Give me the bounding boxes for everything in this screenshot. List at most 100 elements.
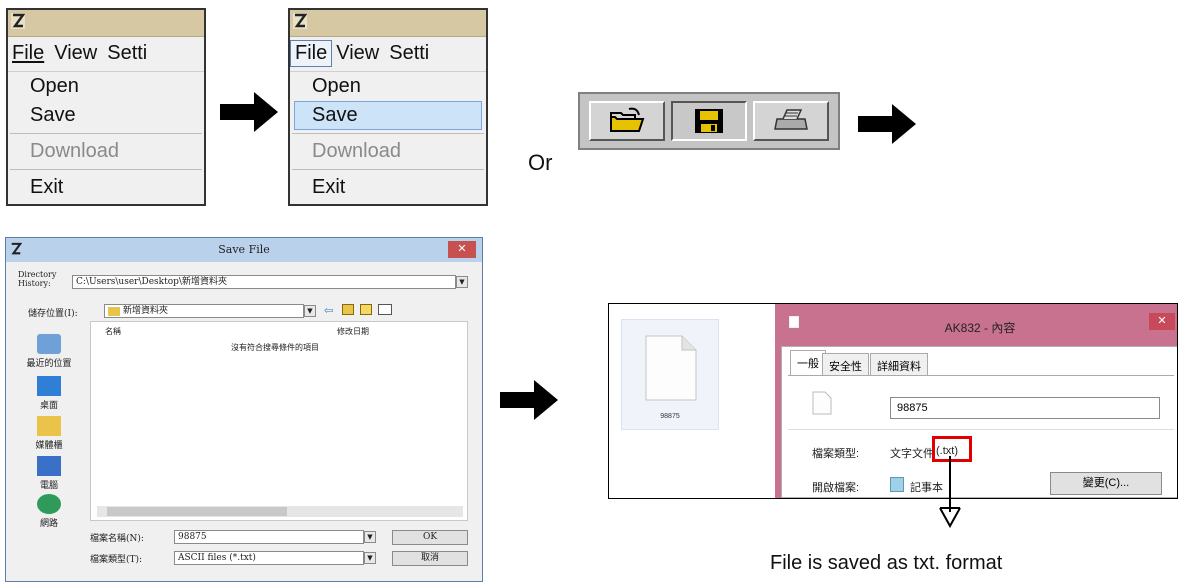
filename-label: 檔案名稱(N):: [90, 534, 144, 544]
tab-security[interactable]: 安全性: [822, 353, 869, 375]
menu-file[interactable]: File: [8, 42, 50, 65]
menu-item-download: Download: [290, 137, 486, 166]
new-folder-icon[interactable]: [360, 304, 372, 315]
view-menu-icon[interactable]: [378, 304, 392, 315]
app-titlebar: [8, 10, 204, 37]
menu-item-exit-label: Exit: [312, 176, 346, 198]
back-arrow-icon[interactable]: ⇦: [324, 304, 333, 317]
chevron-down-icon[interactable]: ▼: [456, 276, 468, 288]
scrollbar-thumb[interactable]: [107, 507, 287, 516]
computer-icon: [37, 456, 61, 476]
column-header-modified[interactable]: 修改日期: [337, 326, 369, 337]
save-toolbar-button[interactable]: [671, 101, 747, 141]
openwith-label: 開啟檔案:: [812, 482, 860, 494]
menu-view[interactable]: View: [50, 42, 103, 65]
menubar: File View Setti: [290, 37, 486, 69]
column-header-name[interactable]: 名稱: [105, 326, 121, 337]
place-network[interactable]: 網路: [20, 494, 78, 529]
menu-item-open[interactable]: Open: [8, 72, 204, 101]
chevron-down-icon[interactable]: ▼: [364, 552, 376, 564]
place-computer-label: 電腦: [39, 481, 58, 491]
properties-titlebar: AK832 - 內容 ✕: [781, 304, 1177, 346]
toolbar: [578, 92, 840, 150]
place-libraries[interactable]: 媒體櫃: [20, 416, 78, 451]
filetype-label: 檔案類型(T):: [90, 555, 143, 565]
print-toolbar-button[interactable]: [753, 101, 829, 141]
open-toolbar-button[interactable]: [589, 101, 665, 141]
menu-settings[interactable]: Setti: [103, 42, 153, 65]
separator: [788, 429, 1174, 430]
place-network-label: 網路: [39, 519, 58, 529]
properties-window: AK832 - 內容 ✕ 一般 安全性 詳細資料 98875 檔案類型: 文字文…: [775, 304, 1177, 498]
save-in-field[interactable]: 新增資料夾: [104, 304, 304, 318]
file-tile[interactable]: 98875: [621, 319, 719, 430]
horizontal-scrollbar[interactable]: [97, 506, 463, 517]
file-name-field[interactable]: 98875: [890, 397, 1160, 419]
tab-general[interactable]: 一般: [790, 350, 826, 376]
save-in-value: 新增資料夾: [123, 306, 169, 316]
chevron-down-icon[interactable]: ▼: [304, 305, 316, 317]
place-computer[interactable]: 電腦: [20, 456, 78, 491]
app-icon: [293, 13, 307, 29]
menu-separator: [10, 133, 202, 134]
menu-item-exit[interactable]: Exit: [8, 173, 204, 202]
menu-separator: [10, 169, 202, 170]
down-arrow-icon: [939, 456, 961, 528]
menu-item-download-label: Download: [312, 140, 401, 162]
properties-title: AK832 - 內容: [944, 321, 1016, 335]
file-properties-screenshot: 98875 AK832 - 內容 ✕ 一般 安全性 詳細資料 98875 檔案類…: [608, 303, 1178, 499]
dialog-title: Save File: [218, 243, 270, 256]
menu-item-save-label: Save: [312, 104, 358, 126]
directory-history-field[interactable]: C:\Users\user\Desktop\新增資料夾: [72, 275, 456, 289]
save-in-label: 儲存位置(I):: [28, 309, 78, 319]
right-arrow-icon: [500, 380, 558, 420]
place-libraries-label: 媒體櫃: [35, 441, 63, 451]
up-folder-icon[interactable]: [342, 304, 354, 315]
caption-text: File is saved as txt. format: [770, 552, 1003, 574]
filetype-value: 文字文件: [890, 448, 934, 460]
place-recent[interactable]: 最近的位置: [20, 334, 78, 369]
menu-separator: [292, 133, 484, 134]
close-button[interactable]: ✕: [448, 241, 476, 258]
filename-field[interactable]: 98875: [174, 530, 364, 544]
filetype-field[interactable]: ASCII files (*.txt): [174, 551, 364, 565]
empty-message: 沒有符合搜尋條件的項目: [231, 343, 319, 352]
menu-view[interactable]: View: [332, 42, 385, 65]
libraries-icon: [37, 416, 61, 436]
file-menu-before: File View Setti Open Save Download Exit: [6, 8, 206, 206]
ok-button[interactable]: OK: [392, 530, 468, 545]
menu-item-exit[interactable]: Exit: [290, 173, 486, 202]
place-desktop[interactable]: 桌面: [20, 376, 78, 411]
menu-item-open[interactable]: Open: [290, 72, 486, 101]
file-list-pane[interactable]: 名稱 修改日期 沒有符合搜尋條件的項目: [90, 321, 468, 521]
menu-settings[interactable]: Setti: [385, 42, 435, 65]
menu-file[interactable]: File: [290, 39, 333, 67]
folder-icon: [108, 307, 120, 316]
file-menu-save-selected: File View Setti Open Save Download Exit: [288, 8, 488, 206]
text-file-icon: [812, 391, 832, 415]
text-file-icon: [645, 335, 697, 401]
or-label: Or: [528, 150, 553, 175]
menu-item-save[interactable]: Save: [8, 101, 204, 130]
menu-item-exit-label: Exit: [30, 176, 64, 198]
menu-item-save-selected[interactable]: Save: [294, 101, 482, 130]
tab-details[interactable]: 詳細資料: [870, 353, 928, 375]
menubar: File View Setti: [8, 37, 204, 69]
network-icon: [37, 494, 61, 514]
right-arrow-icon: [220, 92, 278, 132]
recent-places-icon: [37, 334, 61, 354]
explorer-pane: 98875: [609, 304, 775, 498]
notepad-icon: [890, 477, 904, 492]
desktop-icon: [37, 376, 61, 396]
place-desktop-label: 桌面: [39, 401, 58, 411]
change-button[interactable]: 變更(C)...: [1050, 472, 1162, 495]
filetype-label: 檔案類型:: [812, 448, 860, 460]
cancel-button[interactable]: 取消: [392, 551, 468, 566]
properties-body: 一般 安全性 詳細資料 98875 檔案類型: 文字文件 (.txt) 開啟檔案…: [781, 346, 1177, 498]
right-arrow-icon: [858, 104, 916, 144]
close-icon[interactable]: ✕: [1149, 313, 1175, 330]
menu-item-open-label: Open: [312, 75, 361, 97]
chevron-down-icon[interactable]: ▼: [364, 531, 376, 543]
place-recent-label: 最近的位置: [26, 359, 72, 369]
menu-item-save-label: Save: [30, 104, 76, 126]
